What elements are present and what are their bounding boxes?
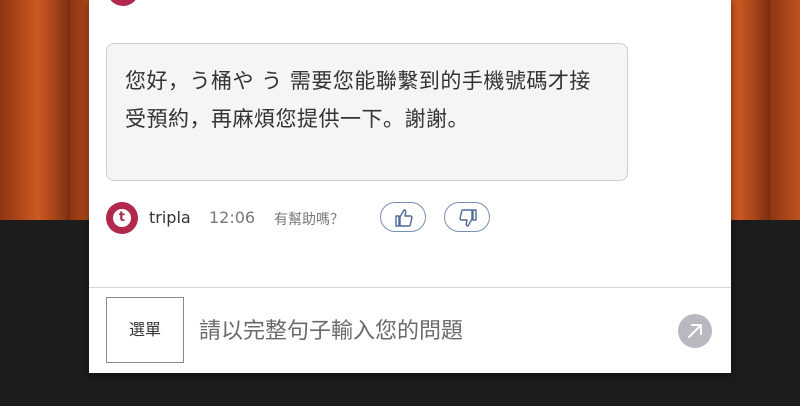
thumbs-up-button[interactable] <box>380 202 426 232</box>
thumbs-up-icon <box>395 209 413 227</box>
question-input[interactable] <box>199 310 669 352</box>
avatar-letter: t <box>113 209 131 227</box>
helpful-prompt: 有幫助嗎？ <box>274 212 344 228</box>
chat-panel: 您好，う桶や う 需要您能聯繫到的手機號碼才接受預約，再麻煩您提供一下。謝謝。 … <box>89 0 731 373</box>
message-text: 您好，う桶や う 需要您能聯繫到的手機號碼才接受預約，再麻煩您提供一下。謝謝。 <box>125 69 591 131</box>
send-arrow-icon <box>688 324 702 338</box>
thumbs-down-button[interactable] <box>444 202 490 232</box>
thumbs-down-icon <box>459 209 477 227</box>
menu-button[interactable]: 選單 <box>106 297 184 363</box>
composer-divider <box>89 287 731 288</box>
previous-message-avatar <box>107 0 139 6</box>
message-time: 12:06 <box>209 208 256 227</box>
bot-avatar: t <box>106 202 138 234</box>
message-meta-row: t tripla 12:06 有幫助嗎？ <box>106 200 706 236</box>
message-bubble: 您好，う桶や う 需要您能聯繫到的手機號碼才接受預約，再麻煩您提供一下。謝謝。 <box>106 43 628 181</box>
sender-name: tripla <box>149 208 191 227</box>
send-button[interactable] <box>678 314 712 348</box>
